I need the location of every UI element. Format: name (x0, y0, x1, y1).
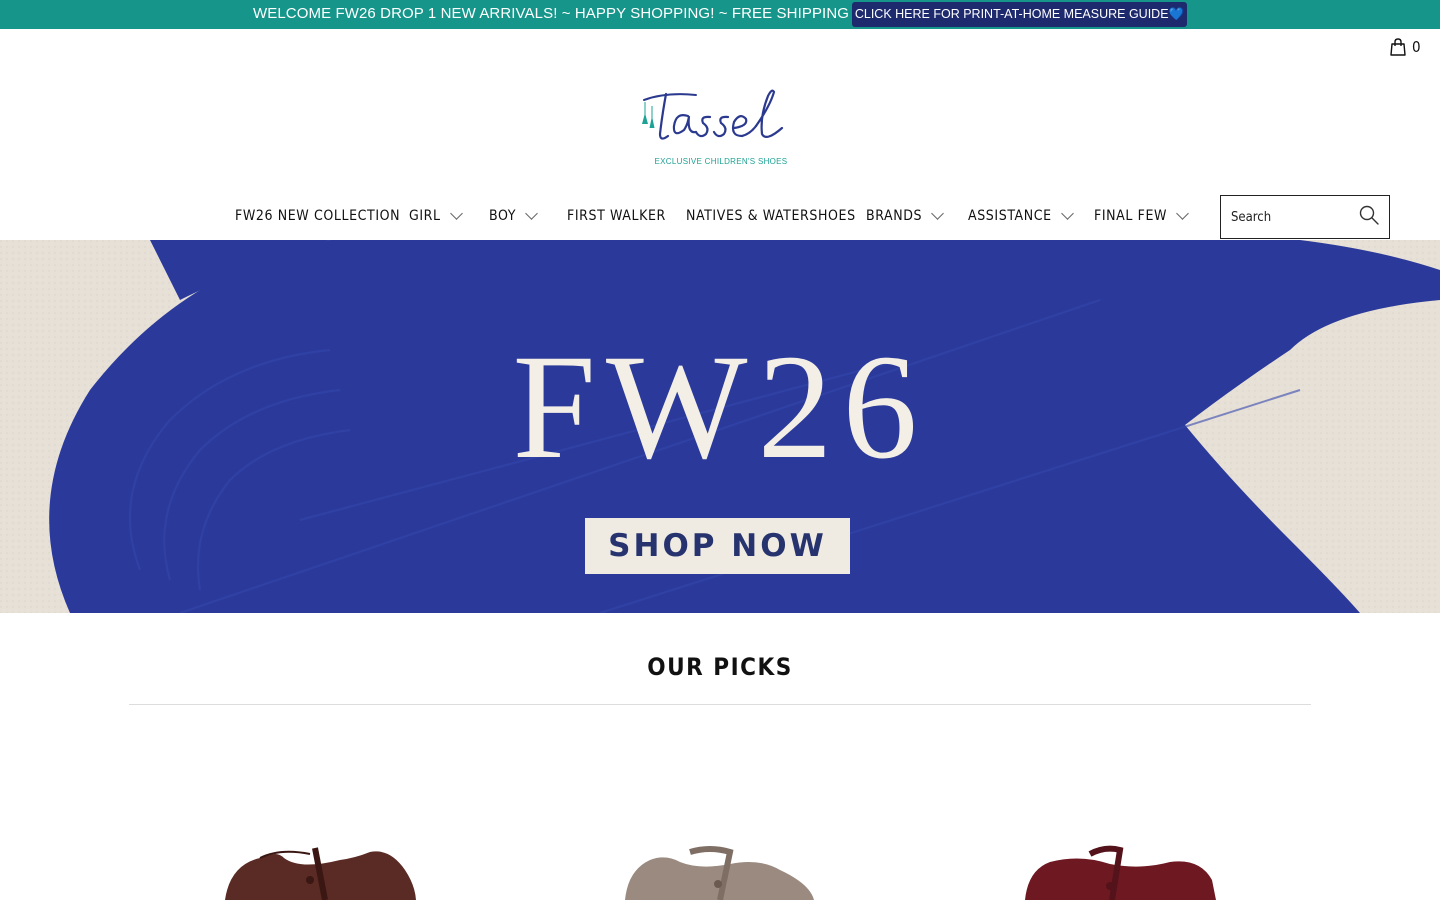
nav-item-assistance[interactable]: ASSISTANCE (968, 198, 1074, 234)
cart-count: 0 (1412, 38, 1421, 56)
chevron-down-icon (1060, 206, 1074, 220)
nav-item-brands[interactable]: BRANDS (866, 198, 945, 234)
search-input[interactable] (1221, 197, 1351, 237)
brown-mary-jane-shoe (225, 847, 416, 900)
nav-item-label: BRANDS (866, 208, 923, 224)
search-box (1220, 195, 1390, 239)
nav-item-final-few[interactable]: FINAL FEW (1094, 198, 1189, 234)
product-card[interactable] (1020, 840, 1220, 900)
logo-tagline: EXCLUSIVE CHILDREN'S SHOES (654, 157, 788, 166)
section-title: OUR PICKS (647, 653, 793, 681)
nav-item-girl[interactable]: GIRL (409, 198, 463, 234)
chevron-down-icon (1176, 206, 1189, 220)
cart-link[interactable]: 0 (1390, 38, 1421, 56)
nav-item-label: FIRST WALKER (567, 208, 666, 224)
announcement-text: WELCOME FW26 DROP 1 NEW ARRIVALS! ~ HAPP… (253, 5, 896, 22)
nav-item-fw26-new-collection[interactable]: FW26 NEW COLLECTION (235, 198, 400, 234)
site-logo[interactable]: EXCLUSIVE CHILDREN'S SHOES (636, 86, 806, 171)
nav-item-label: FINAL FEW (1094, 208, 1168, 224)
product-card[interactable] (220, 840, 420, 900)
hero-banner[interactable]: FW26 SHOP NOW (0, 240, 1440, 613)
nav-item-label: FW26 NEW COLLECTION (235, 208, 401, 224)
burgundy-mary-jane-shoe (1025, 845, 1216, 900)
taupe-mary-jane-shoe (625, 846, 814, 900)
shopping-bag-icon (1390, 38, 1406, 56)
nav-item-label: NATIVES & WATERSHOES (686, 208, 856, 224)
product-card[interactable] (620, 840, 820, 900)
chevron-down-icon (931, 206, 945, 220)
nav-item-label: BOY (489, 208, 517, 224)
nav-item-first-walker[interactable]: FIRST WALKER (567, 198, 666, 234)
hero-title: FW26 (512, 324, 928, 490)
announcement-bar: WELCOME FW26 DROP 1 NEW ARRIVALS! ~ HAPP… (0, 0, 1440, 29)
search-icon[interactable] (1359, 205, 1379, 230)
nav-item-boy[interactable]: BOY (489, 198, 538, 234)
section-divider (129, 704, 1311, 705)
measure-guide-button[interactable]: CLICK HERE FOR PRINT-AT-HOME MEASURE GUI… (852, 2, 1187, 27)
nav-item-label: GIRL (409, 208, 441, 224)
chevron-down-icon (449, 206, 463, 220)
shop-now-button[interactable]: SHOP NOW (585, 518, 850, 574)
nav-item-label: ASSISTANCE (968, 208, 1052, 224)
nav-item-natives-watershoes[interactable]: NATIVES & WATERSHOES (686, 198, 856, 234)
chevron-down-icon (525, 206, 538, 220)
